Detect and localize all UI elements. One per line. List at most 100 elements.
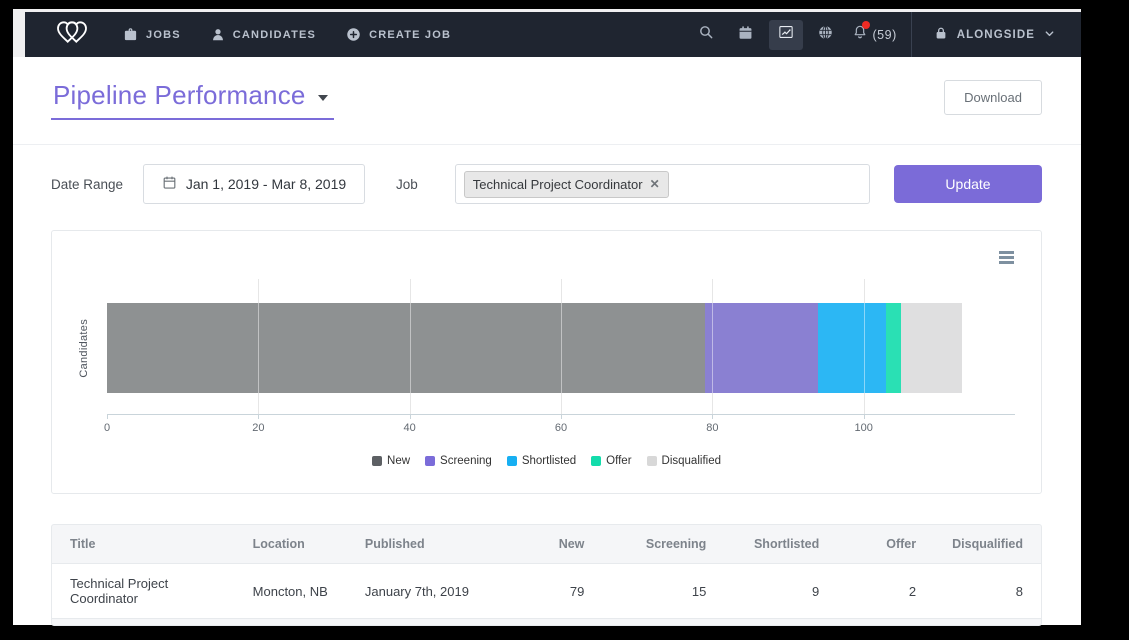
filter-bar: Date Range Jan 1, 2019 - Mar 8, 2019 Job… [51,164,1042,204]
axis-tick-label: 100 [854,422,872,434]
job-tag: Technical Project Coordinator ✕ [464,171,669,198]
cell-title: Technical Project Coordinator [52,564,235,619]
account-menu[interactable]: ALONGSIDE [912,12,1081,57]
person-icon [211,28,225,42]
legend-swatch [372,456,382,466]
legend-swatch [647,456,657,466]
pipeline-chart-card: Candidates 020406080100 New Screening Shor… [51,230,1042,494]
bell-icon [852,24,868,45]
header-divider [13,144,1081,145]
col-header-offer: Offer [837,525,934,564]
cell-shortlisted: 9 [724,564,837,619]
axis-tick-label: 0 [104,422,110,434]
navbar-row: JOBS CANDIDATES [13,9,1081,57]
legend-label: New [387,455,410,467]
legend-swatch [591,456,601,466]
axis-tick [561,414,562,419]
axis-tick-label: 40 [404,422,416,434]
globe-button[interactable] [809,20,843,50]
axis-tick-label: 80 [706,422,718,434]
remove-tag-icon[interactable]: ✕ [650,178,660,190]
legend-item-offer[interactable]: Offer [591,455,631,467]
legend-label: Screening [440,455,492,467]
cell-disqualified: 8 [934,564,1041,619]
bar-segment-screening[interactable] [705,303,819,393]
nav-item-candidates[interactable]: CANDIDATES [211,28,316,42]
col-header-title: Title [52,525,235,564]
pipeline-table-card: Title Location Published New Screening S… [51,524,1042,626]
gridline-overlay [410,303,411,393]
report-selector[interactable]: Pipeline Performance [51,80,334,120]
bar-segment-offer[interactable] [886,303,901,393]
chart-context-menu-icon[interactable] [996,248,1017,267]
col-header-location: Location [235,525,347,564]
legend-item-disqualified[interactable]: Disqualified [647,455,721,467]
bar-segment-new[interactable] [107,303,705,393]
legend-swatch [507,456,517,466]
gridline-overlay [864,303,865,393]
plot-area: 020406080100 [107,279,1015,415]
col-header-published: Published [347,525,506,564]
download-button[interactable]: Download [944,80,1042,115]
bar-segment-shortlisted[interactable] [818,303,886,393]
nav-item-create-job[interactable]: CREATE JOB [346,27,451,42]
notification-count: (59) [873,28,897,42]
axis-tick [410,414,411,419]
axis-tick [712,414,713,419]
nav-item-label: JOBS [146,29,181,41]
search-button[interactable] [689,20,723,50]
notification-dot [862,21,870,29]
gridline-overlay [561,303,562,393]
axis-tick [107,414,108,419]
job-label: Job [396,177,418,192]
navbar: JOBS CANDIDATES [25,12,1081,57]
bar-segment-disqualified[interactable] [901,303,962,393]
nav-item-label: CANDIDATES [233,29,316,41]
axis-tick [258,414,259,419]
job-select-input[interactable]: Technical Project Coordinator ✕ [455,164,870,204]
brand-logo[interactable] [25,18,115,51]
chart-legend: New Screening Shortlisted Offer Disqualified [52,455,1041,467]
legend-item-new[interactable]: New [372,455,410,467]
cell-published: January 7th, 2019 [347,564,506,619]
date-range-label: Date Range [51,177,143,192]
lock-icon [934,26,948,44]
legend-item-shortlisted[interactable]: Shortlisted [507,455,576,467]
legend-item-screening[interactable]: Screening [425,455,492,467]
plus-circle-icon [346,27,361,42]
gridline-overlay [712,303,713,393]
col-header-new: New [506,525,603,564]
calendar-small-icon [162,175,177,193]
date-range-value: Jan 1, 2019 - Mar 8, 2019 [186,176,346,192]
y-axis-label: Candidates [78,303,90,393]
cell-new: 79 [506,564,603,619]
navbar-actions: (59) ALONGSIDE [686,12,1082,57]
globe-icon [818,25,833,45]
cell-screening: 15 [602,564,724,619]
axis-tick-label: 60 [555,422,567,434]
page-title: Pipeline Performance [53,80,306,111]
search-icon [698,24,714,45]
analytics-button[interactable] [769,20,803,50]
table-row[interactable]: Technical Project Coordinator Moncton, N… [52,564,1041,619]
cell-offer: 2 [837,564,934,619]
double-heart-logo-icon [53,18,91,51]
col-header-shortlisted: Shortlisted [724,525,837,564]
notifications-button[interactable]: (59) [852,24,897,45]
calendar-icon [738,25,753,45]
chevron-down-icon [1044,28,1055,42]
update-button[interactable]: Update [894,165,1042,203]
legend-label: Shortlisted [522,455,576,467]
briefcase-icon [123,27,138,42]
date-range-input[interactable]: Jan 1, 2019 - Mar 8, 2019 [143,164,365,204]
axis-tick [864,414,865,419]
nav-item-label: CREATE JOB [369,29,451,41]
title-row: Pipeline Performance Download [51,80,1042,120]
table-header-row: Title Location Published New Screening S… [52,525,1041,564]
col-header-disqualified: Disqualified [934,525,1041,564]
legend-label: Offer [606,455,631,467]
calendar-button[interactable] [729,20,763,50]
legend-label: Disqualified [662,455,721,467]
nav-item-jobs[interactable]: JOBS [123,27,181,42]
main-content: Pipeline Performance Download Date Range… [13,80,1081,626]
